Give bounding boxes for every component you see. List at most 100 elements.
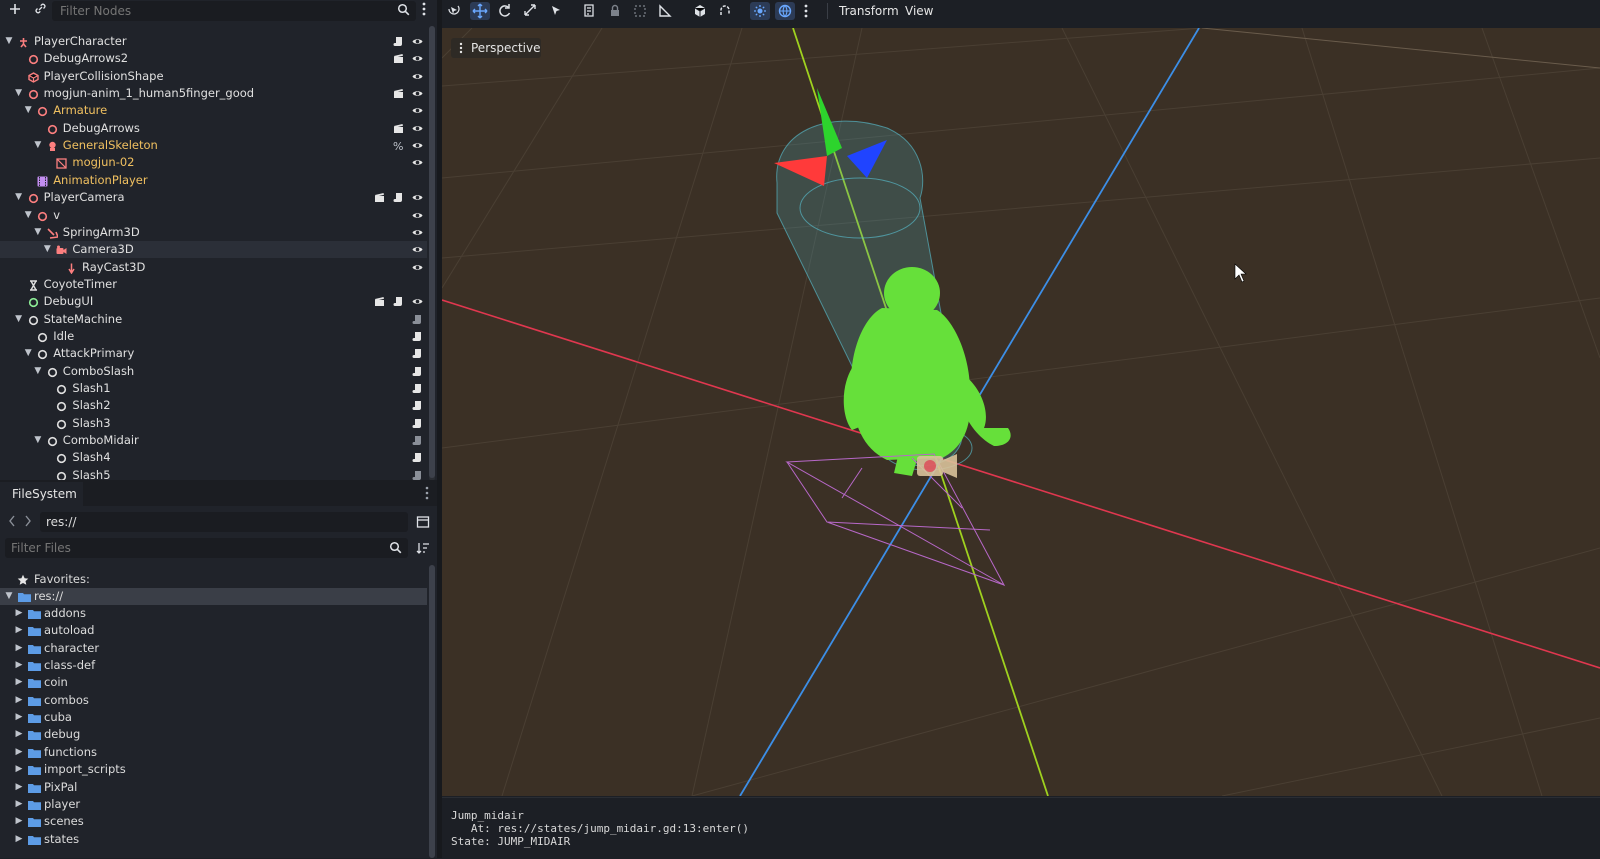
scene-menu-button[interactable]	[418, 2, 430, 20]
forward-button[interactable]	[24, 515, 34, 529]
lock-button[interactable]	[605, 2, 625, 20]
chevron-down-icon[interactable]: ▼	[14, 189, 24, 206]
path-input[interactable]	[40, 512, 406, 532]
scene-tree-node[interactable]: Slash1	[0, 380, 427, 397]
chevron-right-icon[interactable]: ▶	[14, 761, 24, 778]
visibility-icon[interactable]	[412, 105, 423, 116]
script-icon[interactable]	[412, 452, 423, 463]
scene-tree-node[interactable]: ▼ ComboSlash	[0, 363, 427, 380]
scene-tree-node[interactable]: AnimationPlayer	[0, 172, 427, 189]
chevron-right-icon[interactable]: ▶	[14, 692, 24, 709]
script-icon[interactable]	[412, 400, 423, 411]
folder-row[interactable]: ▶ debug	[0, 726, 427, 743]
chevron-right-icon[interactable]: ▶	[14, 726, 24, 743]
chevron-down-icon[interactable]: ▼	[33, 137, 43, 154]
folder-row[interactable]: ▶ functions	[0, 744, 427, 761]
group-button[interactable]	[630, 2, 650, 20]
chevron-down-icon[interactable]: ▼	[42, 241, 52, 258]
chevron-right-icon[interactable]: ▶	[14, 605, 24, 622]
script-edit-button[interactable]	[580, 2, 600, 20]
filter-files-field[interactable]	[5, 538, 408, 558]
viewport-more-button[interactable]	[800, 2, 812, 20]
clapper-icon[interactable]	[393, 88, 404, 99]
scene-tree-node[interactable]: DebugArrows	[0, 120, 427, 137]
visibility-icon[interactable]	[412, 53, 423, 64]
scene-tree-node[interactable]: Slash3	[0, 415, 427, 432]
script-dim-icon[interactable]	[412, 435, 423, 446]
scene-tree-node[interactable]: ▼ Armature	[0, 102, 427, 119]
visibility-icon[interactable]	[412, 140, 423, 151]
chevron-down-icon[interactable]: ▼	[14, 85, 24, 102]
chevron-down-icon[interactable]: ▼	[23, 102, 33, 119]
folder-row[interactable]: ▶ states	[0, 831, 427, 848]
visibility-icon[interactable]	[412, 262, 423, 273]
path-field[interactable]	[40, 512, 408, 532]
move-mode-button[interactable]	[470, 2, 490, 20]
clapper-icon[interactable]	[374, 192, 385, 203]
add-node-button[interactable]	[5, 2, 25, 20]
local-space-button[interactable]	[690, 2, 710, 20]
viewport-scene[interactable]	[442, 28, 1600, 796]
chevron-right-icon[interactable]: ▶	[14, 744, 24, 761]
visibility-icon[interactable]	[412, 36, 423, 47]
transform-menu[interactable]: Transform	[839, 0, 899, 22]
back-button[interactable]	[8, 515, 18, 529]
filesystem-menu-button[interactable]	[425, 486, 435, 500]
script-icon[interactable]	[412, 348, 423, 359]
scene-tree-node[interactable]: ▼ PlayerCharacter	[0, 33, 427, 50]
scene-tree-node[interactable]: Slash2	[0, 397, 427, 414]
environment-preview-button[interactable]	[775, 2, 795, 20]
visibility-icon[interactable]	[412, 71, 423, 82]
scene-tree-node[interactable]: ▼ mogjun-anim_1_human5finger_good	[0, 85, 427, 102]
scene-tree-node[interactable]: ▼ AttackPrimary	[0, 345, 427, 362]
scene-tree-node[interactable]: ▼ GeneralSkeleton%	[0, 137, 427, 154]
instance-scene-button[interactable]	[30, 2, 50, 20]
scene-tree-node[interactable]: ▼ ComboMidair	[0, 432, 427, 449]
visibility-icon[interactable]	[412, 227, 423, 238]
scene-tree-node[interactable]: ▼ Camera3D	[0, 241, 427, 259]
chevron-right-icon[interactable]: ▶	[14, 709, 24, 726]
view-menu[interactable]: View	[905, 0, 933, 22]
filter-nodes-field[interactable]	[52, 1, 416, 21]
script-icon[interactable]	[393, 36, 404, 47]
scene-tree-node[interactable]: DebugUI	[0, 293, 427, 310]
chevron-down-icon[interactable]: ▼	[4, 588, 14, 605]
clapper-icon[interactable]	[393, 123, 404, 134]
scene-tree-node[interactable]: RayCast3D	[0, 259, 427, 276]
clapper-icon[interactable]	[374, 296, 385, 307]
sun-preview-button[interactable]	[750, 2, 770, 20]
3d-viewport[interactable]	[442, 28, 1600, 796]
toggle-split-button[interactable]	[416, 515, 430, 529]
folder-row[interactable]: ▶ addons	[0, 605, 427, 622]
folder-row[interactable]: ▶ coin	[0, 674, 427, 691]
chevron-right-icon[interactable]: ▶	[14, 657, 24, 674]
scene-tree-scrollbar-thumb[interactable]	[429, 26, 435, 478]
folder-row[interactable]: ▶ character	[0, 640, 427, 657]
clapper-icon[interactable]	[393, 53, 404, 64]
tab-filesystem[interactable]: FileSystem	[0, 482, 83, 506]
ruler-button[interactable]	[655, 2, 675, 20]
chevron-down-icon[interactable]: ▼	[23, 207, 33, 224]
favorites-row[interactable]: Favorites:	[0, 571, 427, 588]
chevron-down-icon[interactable]: ▼	[33, 363, 43, 380]
filter-files-input[interactable]	[5, 538, 371, 558]
visibility-icon[interactable]	[412, 88, 423, 99]
snap-button[interactable]	[715, 2, 735, 20]
script-icon[interactable]	[412, 383, 423, 394]
chevron-down-icon[interactable]: ▼	[4, 33, 14, 50]
folder-row[interactable]: ▶ PixPal	[0, 779, 427, 796]
scene-tree-node[interactable]: Idle	[0, 328, 427, 345]
scale-mode-button[interactable]	[520, 2, 540, 20]
root-folder-row[interactable]: ▼ res://	[0, 588, 427, 605]
scene-tree-node[interactable]: mogjun-02	[0, 154, 427, 171]
script-icon[interactable]	[393, 192, 404, 203]
filesystem-scrollbar[interactable]	[429, 565, 435, 858]
visibility-icon[interactable]	[412, 210, 423, 221]
filter-nodes-input[interactable]	[52, 1, 380, 21]
chevron-right-icon[interactable]: ▶	[14, 779, 24, 796]
scene-tree-node[interactable]: ▼ PlayerCamera	[0, 189, 427, 206]
script-icon[interactable]	[412, 418, 423, 429]
scene-tree-node[interactable]: ▼ StateMachine	[0, 311, 427, 328]
visibility-icon[interactable]	[412, 296, 423, 307]
scene-tree-node[interactable]: PlayerCollisionShape	[0, 68, 427, 85]
